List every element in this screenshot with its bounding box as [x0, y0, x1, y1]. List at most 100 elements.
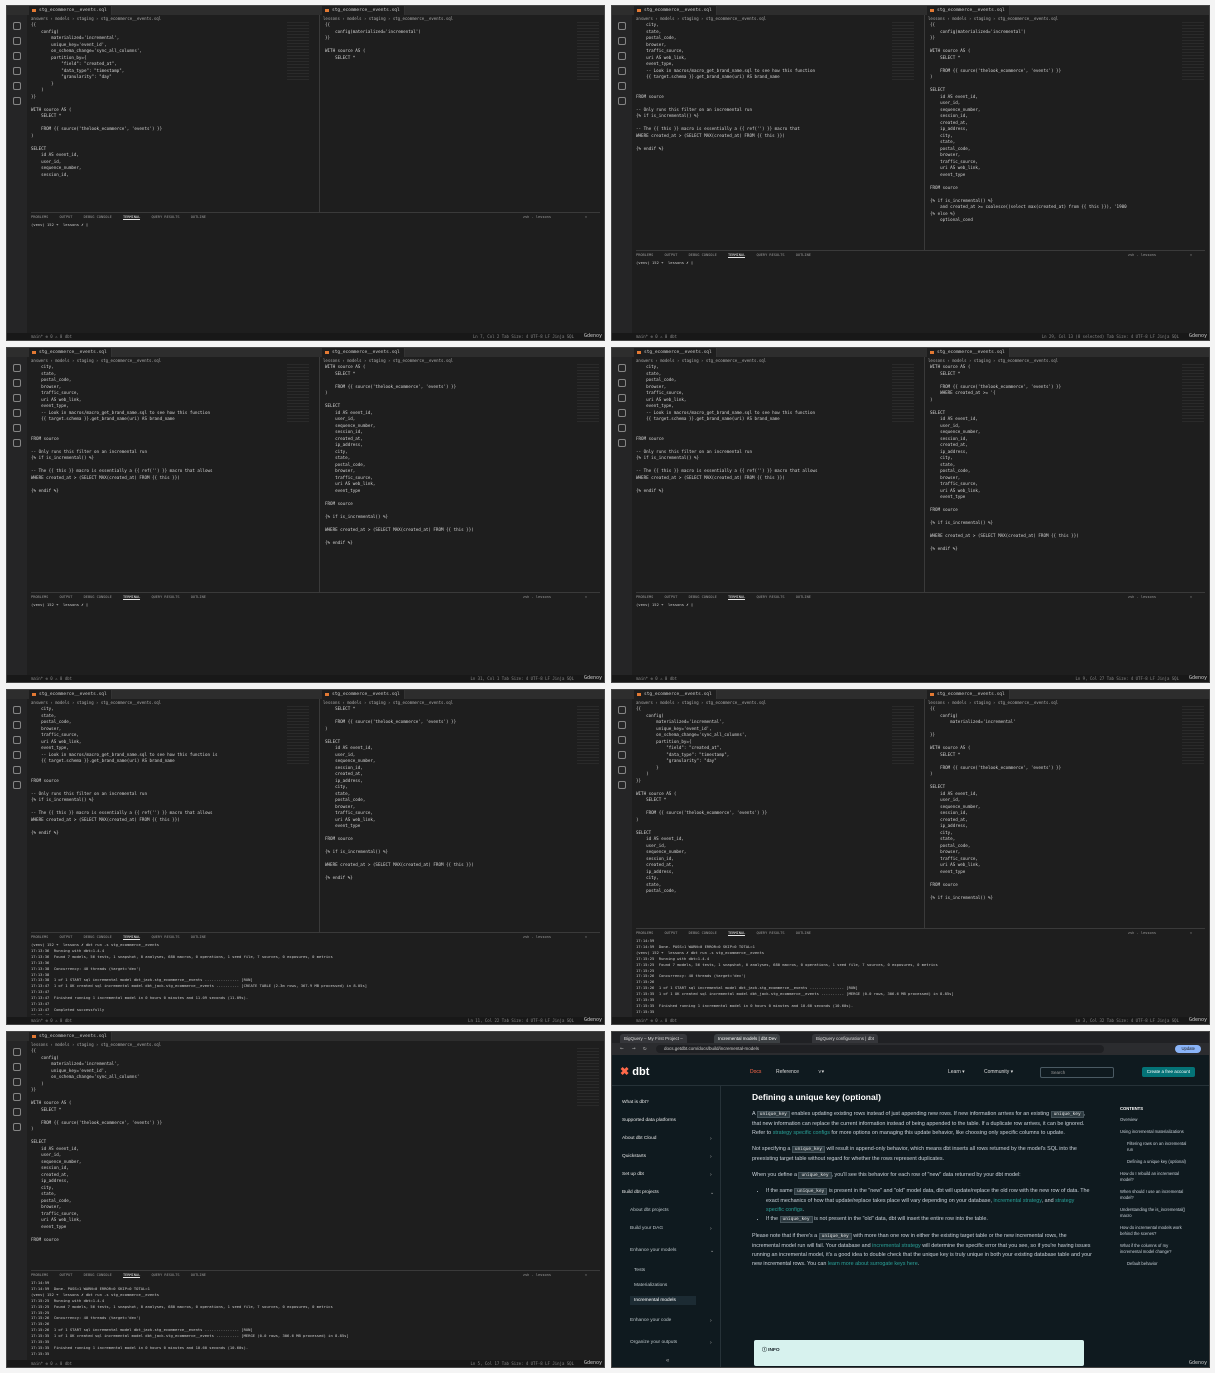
editor-tab-right[interactable]: stg_ecommerce__events.sql	[927, 6, 1010, 15]
status-branch[interactable]: main* ⊗ 0 ⚠ 0 dbt	[31, 676, 72, 681]
chevron-right-icon[interactable]: ›	[710, 1172, 712, 1178]
source-control-icon[interactable]	[13, 736, 21, 744]
tab-debug-console[interactable]: DEBUG CONSOLE	[84, 215, 112, 219]
toc-item[interactable]: Understanding the is_incremental() macro	[1120, 1207, 1190, 1219]
minimap[interactable]	[577, 364, 599, 424]
chevron-down-icon[interactable]: ⌄	[710, 1190, 714, 1196]
toc-item[interactable]: How do I rebuild an incremental model?	[1120, 1171, 1190, 1183]
sidebar-item-quickstarts[interactable]: Quickstarts	[622, 1154, 646, 1159]
toc-item[interactable]: What if the columns of my incremental mo…	[1120, 1243, 1190, 1255]
tab-problems[interactable]: PROBLEMS	[636, 931, 653, 935]
close-icon[interactable]: ✕	[585, 213, 587, 221]
breadcrumb[interactable]: answers › models › staging › stg_ecommer…	[31, 15, 161, 22]
sidebar-item-supported-platforms[interactable]: Supported data platforms	[622, 1118, 676, 1123]
code-editor-right[interactable]: {{ config(materialized='incremental') }}…	[325, 22, 570, 212]
status-branch[interactable]: main* ⊗ 0 ⚠ 0 dbt	[31, 1361, 72, 1366]
tab-debug-console[interactable]: DEBUG CONSOLE	[689, 595, 717, 599]
minimap[interactable]	[577, 706, 599, 766]
breadcrumb-right[interactable]: lessons › models › staging › stg_ecommer…	[928, 15, 1058, 22]
sidebar-item-build-projects[interactable]: Build dbt projects	[622, 1190, 659, 1195]
tab-outline[interactable]: OUTLINE	[191, 1273, 206, 1277]
tab-problems[interactable]: PROBLEMS	[636, 595, 653, 599]
tab-output[interactable]: OUTPUT	[664, 253, 677, 257]
testing-icon[interactable]	[13, 97, 21, 105]
toc-item[interactable]: Filtering rows on an incremental run	[1120, 1141, 1190, 1153]
dbt-logo[interactable]: ✖ dbt	[620, 1065, 649, 1078]
code-editor-left[interactable]: city, state, postal_code, browser, traff…	[636, 364, 886, 592]
sidebar-item-incremental-models[interactable]: Incremental models	[630, 1296, 696, 1305]
explorer-icon[interactable]	[13, 1048, 21, 1056]
code-editor-right[interactable]: WITH source AS ( SELECT * FROM {{ source…	[930, 364, 1175, 592]
tab-problems[interactable]: PROBLEMS	[31, 215, 48, 219]
terminal-shell-label[interactable]: zsh - lessons	[523, 933, 551, 941]
run-debug-icon[interactable]	[618, 409, 626, 417]
minimap[interactable]	[1182, 364, 1204, 424]
search-icon[interactable]	[618, 379, 626, 387]
source-control-icon[interactable]	[618, 736, 626, 744]
editor-split-divider[interactable]	[319, 699, 320, 932]
status-branch[interactable]: main* ⊗ 0 ⚠ 0 dbt	[636, 676, 677, 681]
tab-query-results[interactable]: QUERY RESULTS	[756, 931, 784, 935]
source-control-icon[interactable]	[618, 394, 626, 402]
minimap[interactable]	[892, 364, 914, 424]
editor-split-divider[interactable]	[924, 357, 925, 592]
status-branch[interactable]: main* ⊗ 0 ⚠ 0 dbt	[31, 334, 72, 339]
tab-query-results[interactable]: QUERY RESULTS	[151, 1273, 179, 1277]
tab-problems[interactable]: PROBLEMS	[31, 935, 48, 939]
tab-output[interactable]: OUTPUT	[59, 935, 72, 939]
extensions-icon[interactable]	[13, 82, 21, 90]
search-icon[interactable]	[618, 37, 626, 45]
minimap[interactable]	[577, 22, 599, 82]
extensions-icon[interactable]	[13, 424, 21, 432]
minimap[interactable]	[892, 22, 914, 82]
testing-icon[interactable]	[13, 1123, 21, 1131]
sidebar-item-build-dag[interactable]: Build your DAG	[630, 1226, 663, 1231]
search-icon[interactable]	[618, 721, 626, 729]
terminal-output[interactable]: (venv) 152 ➜ lessons ✗ ▯	[31, 602, 598, 673]
breadcrumb-right[interactable]: lessons › models › staging › stg_ecommer…	[323, 357, 453, 364]
toc-item[interactable]: Overview	[1120, 1117, 1190, 1123]
breadcrumb[interactable]: answers › models › staging › stg_ecommer…	[31, 357, 161, 364]
chevron-right-icon[interactable]: ›	[710, 1226, 712, 1232]
breadcrumb[interactable]: answers › models › staging › stg_ecommer…	[636, 357, 766, 364]
status-branch[interactable]: main* ⊗ 0 ⚠ 0 dbt	[636, 334, 677, 339]
chevron-down-icon[interactable]: ⌄	[710, 1248, 714, 1254]
chevron-right-icon[interactable]: ›	[710, 1136, 712, 1142]
tab-debug-console[interactable]: DEBUG CONSOLE	[84, 935, 112, 939]
status-cursor-info[interactable]: Ln 3, Col 32 Tab Size: 4 UTF-8 LF Jinja …	[1075, 1017, 1179, 1024]
editor-tab[interactable]: stg_ecommerce__events.sql	[634, 348, 717, 357]
link-incremental-strategy[interactable]: incremental strategy	[993, 1198, 1041, 1204]
code-editor-left[interactable]: city, state, postal_code, browser, traff…	[31, 364, 281, 592]
minimap[interactable]	[287, 706, 309, 766]
editor-split-divider[interactable]	[924, 699, 925, 928]
terminal-shell-label[interactable]: zsh - lessons	[523, 1271, 551, 1279]
code-editor[interactable]: {{ config( materialized='incremental', u…	[31, 1048, 571, 1270]
terminal-shell-label[interactable]: zsh - lessons	[523, 593, 551, 601]
explorer-icon[interactable]	[13, 364, 21, 372]
minimap[interactable]	[287, 22, 309, 82]
browser-tab-bigquery[interactable]: BigQuery – My First Project –	[620, 1034, 687, 1043]
terminal-shell-label[interactable]: zsh - lessons	[1128, 929, 1156, 937]
back-icon[interactable]: ←	[620, 1045, 624, 1052]
run-debug-icon[interactable]	[13, 67, 21, 75]
status-cursor-info[interactable]: Ln 9, Col 27 Tab Size: 4 UTF-8 LF Jinja …	[1075, 675, 1179, 682]
testing-icon[interactable]	[13, 781, 21, 789]
sidebar-item-materializations[interactable]: Materializations	[634, 1283, 667, 1288]
terminal-output[interactable]: 17:14:59 17:14:59 Done. PASS=1 WARN=0 ER…	[636, 938, 1203, 1015]
terminal-shell-label[interactable]: zsh - lessons	[1128, 593, 1156, 601]
nav-community[interactable]: Community ▾	[984, 1069, 1013, 1075]
terminal-output[interactable]: (venv) 152 ➜ lessons ✗ ▯	[636, 602, 1203, 673]
breadcrumb[interactable]: answers › models › staging › stg_ecommer…	[636, 15, 766, 22]
terminal-output[interactable]: (venv) 152 ➜ lessons ✗ ▯	[31, 222, 598, 331]
chevron-right-icon[interactable]: ›	[710, 1154, 712, 1160]
extensions-icon[interactable]	[618, 766, 626, 774]
breadcrumb-right[interactable]: lessons › models › staging › stg_ecommer…	[928, 699, 1058, 706]
code-editor-right[interactable]: {{ config(materialized='incremental') }}…	[930, 22, 1175, 250]
nav-more-icon[interactable]: ⋎▾	[818, 1069, 824, 1075]
tab-terminal[interactable]: TERMINAL	[122, 215, 141, 220]
browser-tab-bigquery-configs[interactable]: BigQuery configurations | dbt	[812, 1034, 878, 1043]
toc-item[interactable]: When should I use an incremental model?	[1120, 1189, 1190, 1201]
explorer-icon[interactable]	[13, 706, 21, 714]
editor-tab-right[interactable]: stg_ecommerce__events.sql	[322, 348, 405, 357]
editor-split-divider[interactable]	[319, 15, 320, 212]
